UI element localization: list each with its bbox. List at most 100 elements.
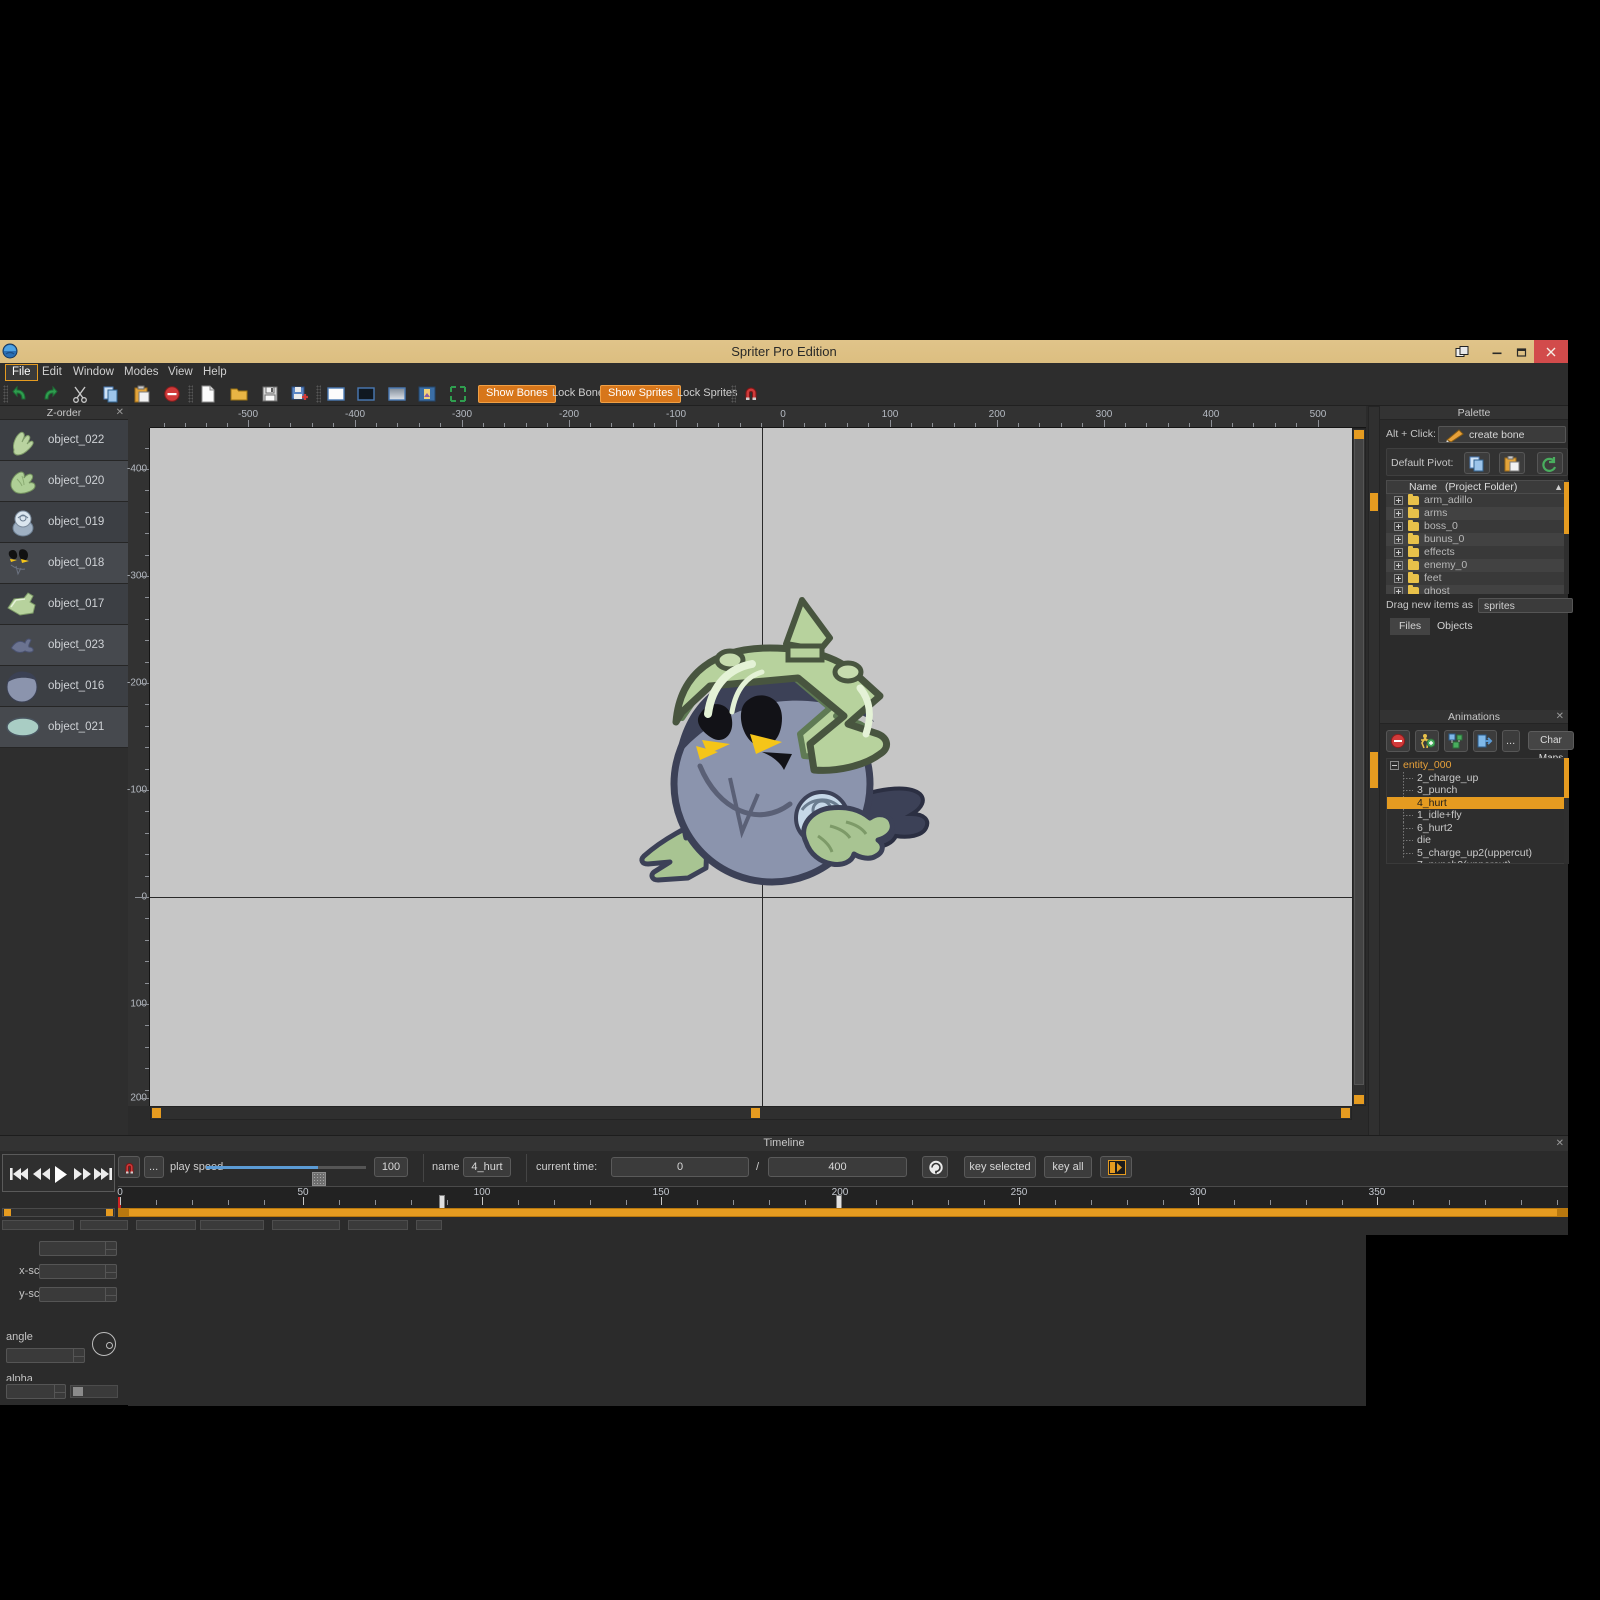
file-tree-row[interactable]: feet xyxy=(1386,572,1568,585)
step-forward-icon[interactable] xyxy=(73,1164,93,1184)
maximize-button[interactable] xyxy=(1508,340,1535,363)
show-sprites-toggle[interactable]: Show Sprites xyxy=(600,385,681,403)
spinner-alpha[interactable] xyxy=(54,1385,66,1398)
alpha-input[interactable] xyxy=(6,1384,66,1399)
timeline-bottom-segment[interactable] xyxy=(272,1220,340,1230)
alpha-slider[interactable] xyxy=(70,1385,118,1398)
zorder-list[interactable]: object_022 object_020 object_019 object_… xyxy=(0,420,128,1151)
play-speed-knob[interactable] xyxy=(312,1172,326,1186)
menu-modes[interactable]: Modes xyxy=(118,364,165,381)
property-input-y-scale[interactable] xyxy=(39,1287,117,1302)
zorder-row-object-018[interactable]: object_018 xyxy=(0,543,128,584)
char-maps-button[interactable]: Char Maps xyxy=(1528,731,1574,764)
expand-icon[interactable] xyxy=(1394,548,1403,557)
sort-ascending-icon[interactable]: ▲ xyxy=(1554,481,1563,494)
timeline-left-scroll-marker-a[interactable] xyxy=(4,1209,11,1216)
zorder-row-object-023[interactable]: object_023 xyxy=(0,625,128,666)
expand-icon[interactable] xyxy=(1394,574,1403,583)
timeline-bottom-segment[interactable] xyxy=(348,1220,408,1230)
animations-tree[interactable]: entity_000 2_charge_up 3_punch 4_hurt 1_… xyxy=(1386,758,1568,864)
delete-icon[interactable] xyxy=(163,385,181,403)
animation-row[interactable]: 7_punch2(uppercut) xyxy=(1387,859,1567,863)
play-speed-value[interactable]: 100 xyxy=(374,1157,408,1177)
timeline-bottom-segment[interactable] xyxy=(136,1220,196,1230)
tab-files[interactable]: Files xyxy=(1390,618,1431,635)
skip-to-start-icon[interactable] xyxy=(9,1164,29,1184)
total-time-field[interactable]: 400 xyxy=(768,1157,907,1177)
timeline-bottom-segment[interactable] xyxy=(200,1220,264,1230)
canvas-gradient-icon[interactable] xyxy=(388,385,406,403)
key-all-button[interactable]: key all xyxy=(1044,1156,1092,1178)
canvas-vertical-scrollbar[interactable] xyxy=(1352,428,1366,1106)
keyframe-snapshot-button[interactable] xyxy=(1100,1156,1132,1178)
expand-icon[interactable] xyxy=(1394,509,1403,518)
animation-row[interactable]: die xyxy=(1387,834,1567,847)
menu-help[interactable]: Help xyxy=(197,364,233,381)
new-animation-button[interactable] xyxy=(1415,730,1439,752)
create-bone-button[interactable]: create bone xyxy=(1438,426,1566,443)
pivot-reset-button[interactable] xyxy=(1537,452,1563,474)
timeline-range-right-handle[interactable] xyxy=(1557,1209,1567,1216)
zorder-row-object-017[interactable]: object_017 xyxy=(0,584,128,625)
animation-row[interactable]: 1_idle+fly xyxy=(1387,809,1567,822)
file-tree-scrollbar[interactable] xyxy=(1564,480,1569,594)
timeline-playhead[interactable] xyxy=(439,1195,445,1209)
angle-input[interactable] xyxy=(6,1348,85,1363)
right-dock-scrollbar[interactable] xyxy=(1368,406,1380,1169)
step-back-icon[interactable] xyxy=(31,1164,51,1184)
zorder-row-object-022[interactable]: object_022 xyxy=(0,420,128,461)
tab-objects[interactable]: Objects xyxy=(1428,618,1482,635)
animation-row-selected[interactable]: 4_hurt xyxy=(1387,796,1567,809)
expand-icon[interactable] xyxy=(1394,522,1403,531)
save-as-icon[interactable] xyxy=(291,385,309,403)
property-input-y[interactable] xyxy=(39,1241,117,1256)
key-selected-button[interactable]: key selected xyxy=(964,1156,1036,1178)
animation-more-button[interactable]: ... xyxy=(1502,730,1520,752)
menu-window[interactable]: Window xyxy=(67,364,120,381)
character-sprite[interactable] xyxy=(590,588,950,888)
animation-entity-row[interactable]: entity_000 xyxy=(1387,759,1567,772)
expand-icon[interactable] xyxy=(1394,561,1403,570)
fit-view-icon[interactable] xyxy=(449,385,467,403)
import-animation-button[interactable] xyxy=(1473,730,1497,752)
magnet-icon[interactable] xyxy=(742,385,760,403)
zorder-row-object-021[interactable]: object_021 xyxy=(0,707,128,748)
right-dock-scroll-marker-1[interactable] xyxy=(1370,493,1378,511)
file-tree-row[interactable]: ghost xyxy=(1386,585,1568,594)
timeline-bottom-segment[interactable] xyxy=(2,1220,74,1230)
delete-animation-button[interactable] xyxy=(1386,730,1410,752)
timeline-range-left-handle[interactable] xyxy=(119,1209,129,1216)
animations-close-icon[interactable]: ✕ xyxy=(1556,710,1564,724)
file-tree-row[interactable]: arms xyxy=(1386,507,1568,520)
pivot-copy-button[interactable] xyxy=(1464,452,1490,474)
canvas-vscroll-top-marker[interactable] xyxy=(1354,430,1364,439)
angle-dial[interactable] xyxy=(92,1332,116,1356)
animation-name-field[interactable]: 4_hurt xyxy=(463,1157,511,1177)
file-tree-row[interactable]: effects xyxy=(1386,546,1568,559)
play-speed-slider[interactable] xyxy=(206,1166,366,1186)
timeline-more-button[interactable]: ... xyxy=(144,1156,164,1178)
animation-canvas[interactable] xyxy=(150,428,1352,1106)
canvas-vscroll-bottom-marker[interactable] xyxy=(1354,1095,1364,1104)
expand-icon[interactable] xyxy=(1394,535,1403,544)
canvas-white-icon[interactable] xyxy=(327,385,345,403)
paste-icon[interactable] xyxy=(133,385,151,403)
canvas-black-icon[interactable] xyxy=(357,385,375,403)
cut-icon[interactable] xyxy=(71,385,89,403)
timeline-range-bar[interactable] xyxy=(118,1208,1568,1217)
animation-row[interactable]: 3_punch xyxy=(1387,784,1567,797)
duplicate-animation-button[interactable] xyxy=(1444,730,1468,752)
menu-file[interactable]: File xyxy=(5,364,38,381)
new-file-icon[interactable] xyxy=(199,385,217,403)
zorder-row-object-016[interactable]: object_016 xyxy=(0,666,128,707)
timeline-bottom-segment[interactable] xyxy=(80,1220,128,1230)
file-tree-scroll-thumb[interactable] xyxy=(1564,482,1569,534)
restore-all-button[interactable] xyxy=(1448,340,1475,363)
canvas-hscroll-right-marker[interactable] xyxy=(1341,1108,1350,1118)
skip-to-end-icon[interactable] xyxy=(93,1164,113,1184)
zorder-close-icon[interactable]: ✕ xyxy=(116,406,124,420)
file-tree-row[interactable]: bunus_0 xyxy=(1386,533,1568,546)
zorder-row-object-020[interactable]: object_020 xyxy=(0,461,128,502)
undo-icon[interactable] xyxy=(12,385,30,403)
current-time-field[interactable]: 0 xyxy=(611,1157,749,1177)
